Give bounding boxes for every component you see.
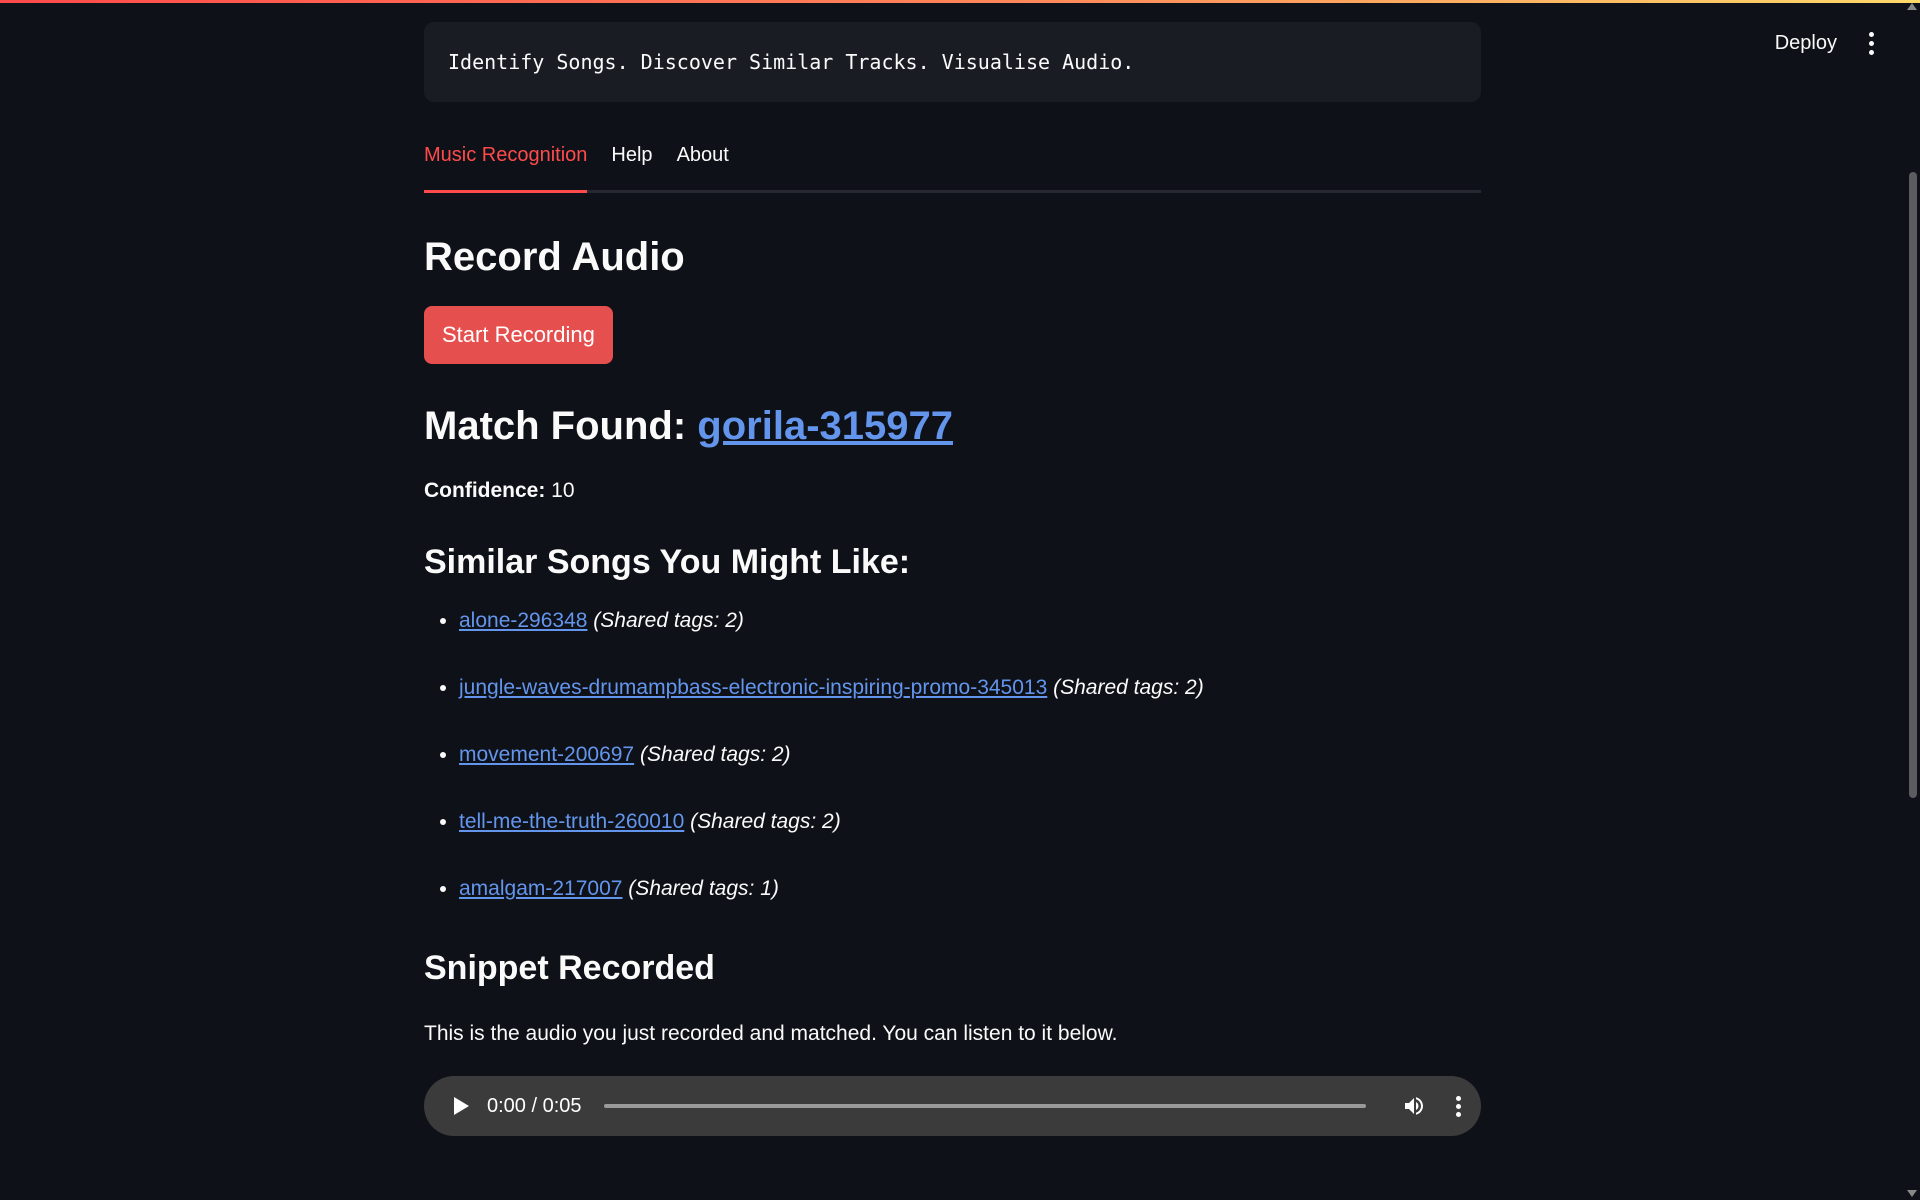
shared-tags-text: (Shared tags: 2) xyxy=(1053,676,1204,699)
similar-song-link[interactable]: alone-296348 xyxy=(459,609,587,632)
audio-player: 0:00 / 0:05 xyxy=(424,1076,1481,1136)
confidence-line: Confidence: 10 xyxy=(424,479,1481,503)
tagline-banner: Identify Songs. Discover Similar Tracks.… xyxy=(424,22,1481,102)
shared-tags-text: (Shared tags: 2) xyxy=(690,810,841,833)
list-item: movement-200697 (Shared tags: 2) xyxy=(459,740,1481,807)
deploy-button[interactable]: Deploy xyxy=(1775,32,1837,55)
record-audio-heading: Record Audio xyxy=(424,235,685,279)
page-scrollbar[interactable] xyxy=(1906,0,1920,1200)
start-recording-button[interactable]: Start Recording xyxy=(424,306,613,364)
confidence-label: Confidence: xyxy=(424,479,546,502)
more-options-icon[interactable] xyxy=(1456,1095,1461,1117)
tab-bar: Music Recognition Help About xyxy=(424,122,1481,193)
snippet-recorded-heading: Snippet Recorded xyxy=(424,949,715,987)
scrollbar-thumb[interactable] xyxy=(1909,172,1917,798)
app-header-toolbar: Deploy xyxy=(1775,28,1880,59)
similar-song-link[interactable]: amalgam-217007 xyxy=(459,877,622,900)
main-content: Identify Songs. Discover Similar Tracks.… xyxy=(424,22,1481,1136)
scroll-down-arrow-icon[interactable] xyxy=(1907,1190,1917,1197)
similar-song-link[interactable]: tell-me-the-truth-260010 xyxy=(459,810,684,833)
volume-icon[interactable] xyxy=(1402,1094,1426,1118)
list-item: alone-296348 (Shared tags: 2) xyxy=(459,606,1481,673)
playback-time: 0:00 / 0:05 xyxy=(487,1094,582,1117)
shared-tags-text: (Shared tags: 2) xyxy=(593,609,744,632)
list-item: jungle-waves-drumampbass-electronic-insp… xyxy=(459,673,1481,740)
tab-help[interactable]: Help xyxy=(611,122,652,190)
match-found-prefix: Match Found: xyxy=(424,404,698,448)
tagline-text: Identify Songs. Discover Similar Tracks.… xyxy=(448,50,1135,74)
top-decoration-bar xyxy=(0,0,1920,3)
tab-about[interactable]: About xyxy=(677,122,729,190)
snippet-description: This is the audio you just recorded and … xyxy=(424,1022,1118,1045)
kebab-menu-icon[interactable] xyxy=(1863,28,1880,59)
list-item: amalgam-217007 (Shared tags: 1) xyxy=(459,874,1481,941)
list-item: tell-me-the-truth-260010 (Shared tags: 2… xyxy=(459,807,1481,874)
playback-progress-slider[interactable] xyxy=(603,1104,1366,1108)
tab-music-recognition[interactable]: Music Recognition xyxy=(424,122,588,193)
similar-songs-heading: Similar Songs You Might Like: xyxy=(424,543,911,581)
similar-songs-list: alone-296348 (Shared tags: 2) jungle-wav… xyxy=(424,606,1481,941)
match-found-heading: Match Found: gorila-315977 xyxy=(424,404,1481,449)
scroll-up-arrow-icon[interactable] xyxy=(1907,3,1917,10)
play-icon[interactable] xyxy=(454,1097,469,1115)
similar-song-link[interactable]: movement-200697 xyxy=(459,743,634,766)
confidence-value: 10 xyxy=(545,479,575,502)
similar-song-link[interactable]: jungle-waves-drumampbass-electronic-insp… xyxy=(459,676,1047,699)
matched-song-link[interactable]: gorila-315977 xyxy=(697,404,953,448)
shared-tags-text: (Shared tags: 1) xyxy=(628,877,779,900)
shared-tags-text: (Shared tags: 2) xyxy=(639,743,791,766)
